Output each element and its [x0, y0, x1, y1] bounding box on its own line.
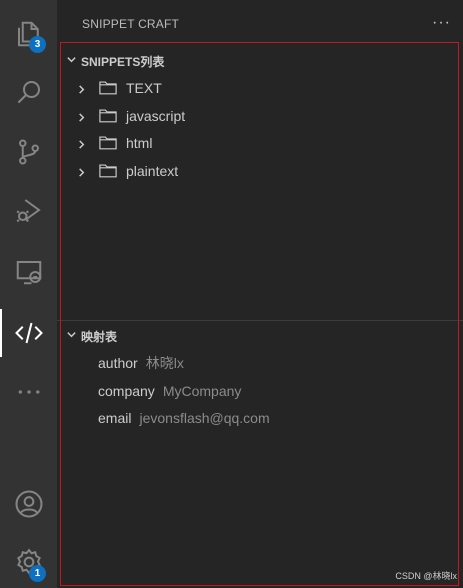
search-button[interactable] — [0, 68, 57, 116]
chevron-right-icon — [76, 137, 87, 153]
run-debug-icon — [16, 199, 41, 223]
chevron-right-icon — [76, 82, 87, 98]
mapping-value: MyCompany — [162, 383, 242, 399]
code-icon — [14, 322, 43, 344]
mapping-value: 林晓lx — [145, 355, 184, 371]
folder-icon — [99, 80, 117, 98]
mapping-value: jevonsflash@qq.com — [139, 410, 270, 426]
snippet-craft-button[interactable] — [0, 309, 57, 357]
snippets-section-title: SNIPPETS列表 — [81, 54, 165, 69]
tree-item-folder[interactable]: html — [57, 131, 463, 155]
run-debug-button[interactable] — [0, 186, 57, 234]
sidebar-title: SNIPPET CRAFT — [82, 17, 180, 31]
tree-item-label: html — [126, 135, 153, 151]
tree-item-folder[interactable]: javascript — [57, 104, 463, 128]
watermark: CSDN @林晓lx — [395, 571, 457, 581]
explorer-button[interactable]: 3 — [0, 10, 57, 58]
snippets-section-header[interactable]: SNIPPETS列表 — [57, 50, 463, 72]
mapping-section-header[interactable]: 映射表 — [57, 325, 463, 347]
vscode-window: 3 1 SNIPPET CRAFT ··· SNIPPETS列表 TEXT ja… — [0, 0, 463, 588]
search-icon — [17, 81, 40, 104]
explorer-badge: 3 — [29, 36, 46, 53]
source-control-icon — [18, 139, 39, 165]
remote-explorer-button[interactable] — [0, 248, 57, 296]
mapping-item[interactable]: company MyCompany — [98, 380, 241, 402]
account-icon — [15, 490, 42, 518]
folder-icon — [99, 163, 117, 181]
tree-item-folder[interactable]: TEXT — [57, 76, 463, 100]
mapping-key: author — [98, 355, 138, 371]
mapping-section-title: 映射表 — [81, 329, 118, 344]
tree-item-label: plaintext — [126, 163, 179, 179]
more-views-button[interactable] — [0, 368, 57, 416]
chevron-down-icon — [61, 54, 81, 68]
tree-item-label: javascript — [126, 108, 186, 124]
activity-bar: 3 1 — [0, 0, 57, 588]
chevron-right-icon — [76, 110, 87, 126]
source-control-button[interactable] — [0, 128, 57, 176]
account-button[interactable] — [0, 480, 57, 528]
remote-explorer-icon — [16, 261, 41, 285]
tree-item-label: TEXT — [126, 80, 162, 96]
manage-button[interactable]: 1 — [0, 538, 57, 586]
section-divider[interactable] — [57, 320, 463, 321]
chevron-down-icon — [61, 329, 81, 343]
folder-icon — [99, 108, 117, 126]
mapping-item[interactable]: email jevonsflash@qq.com — [98, 407, 270, 429]
folder-icon — [99, 135, 117, 153]
settings-badge: 1 — [29, 565, 46, 582]
mapping-key: email — [98, 410, 132, 426]
mapping-key: company — [98, 383, 155, 399]
tree-item-folder[interactable]: plaintext — [57, 159, 463, 183]
more-actions-button[interactable]: ··· — [432, 14, 451, 32]
chevron-right-icon — [76, 165, 87, 181]
more-icon — [18, 390, 39, 394]
mapping-item[interactable]: author 林晓lx — [98, 352, 184, 374]
